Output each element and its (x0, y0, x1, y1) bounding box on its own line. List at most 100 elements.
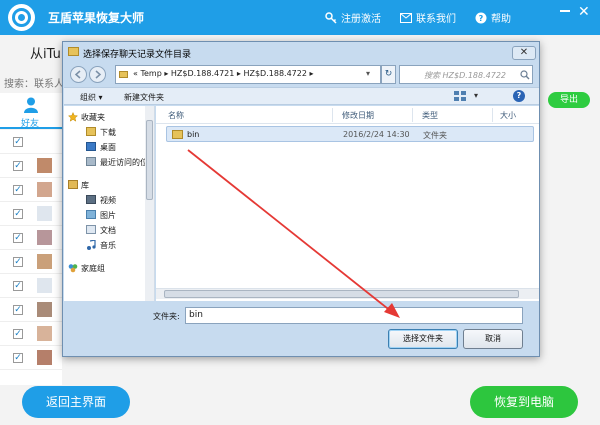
column-size[interactable]: 大小 (500, 110, 516, 121)
breadcrumb-separator[interactable]: ▸ (164, 69, 168, 78)
list-item[interactable]: ✓ (0, 202, 62, 226)
breadcrumb-item[interactable]: HZ$D.188.4721 (171, 69, 234, 78)
folder-name-input[interactable]: bin (185, 307, 523, 324)
refresh-icon: ↻ (384, 69, 393, 79)
register-label: 注册激活 (341, 14, 381, 25)
app-title-bar: 互盾苹果恢复大师 注册激活 联系我们 ? 帮助 ✕ (0, 0, 600, 35)
help-label: 帮助 (491, 14, 511, 25)
list-item[interactable]: ✓ (0, 274, 62, 298)
contact-link[interactable]: 联系我们 (400, 10, 456, 25)
sidebar-item-label: 视频 (100, 196, 116, 205)
checkbox[interactable]: ✓ (13, 137, 23, 147)
minimize-icon[interactable] (560, 10, 570, 12)
select-folder-button[interactable]: 选择文件夹 (388, 329, 458, 349)
forward-button[interactable] (89, 66, 106, 83)
tree-scrollbar[interactable] (145, 106, 154, 301)
list-item[interactable]: ✓ (0, 154, 62, 178)
column-name[interactable]: 名称 (168, 110, 184, 121)
avatar (37, 158, 52, 173)
new-folder-button[interactable]: 新建文件夹 (124, 92, 164, 103)
register-link[interactable]: 注册激活 (325, 10, 381, 25)
list-item[interactable]: ✓ (0, 226, 62, 250)
file-name: bin (187, 130, 200, 139)
list-item[interactable]: ✓ (0, 130, 62, 154)
breadcrumb: « Temp ▸ HZ$D.188.4721 ▸ HZ$D.188.4722 ▸ (133, 69, 314, 78)
star-icon (67, 111, 79, 122)
list-item[interactable]: ✓ (0, 298, 62, 322)
chevron-down-icon[interactable]: ▾ (474, 91, 478, 100)
help-link[interactable]: ? 帮助 (475, 10, 511, 25)
sidebar-item-label: 家庭组 (81, 264, 105, 273)
list-item[interactable]: ✓ (0, 250, 62, 274)
search-placeholder: 搜索 HZ$D.188.4722 (424, 71, 507, 80)
checkbox[interactable]: ✓ (13, 305, 23, 315)
view-options-icon[interactable] (454, 91, 466, 101)
svg-text:?: ? (479, 14, 484, 23)
dialog-title: 选择保存聊天记录文件目录 (83, 50, 192, 60)
organize-menu[interactable]: 组织 ▾ (80, 92, 103, 103)
column-type[interactable]: 类型 (422, 110, 438, 121)
checkbox[interactable]: ✓ (13, 353, 23, 363)
music-icon (86, 239, 96, 250)
folder-name-label: 文件夹: (153, 312, 180, 321)
checkbox[interactable]: ✓ (13, 185, 23, 195)
app-logo-icon (8, 4, 35, 31)
checkbox[interactable]: ✓ (13, 281, 23, 291)
breadcrumb-separator[interactable]: ▸ (309, 69, 313, 78)
restore-to-pc-button[interactable]: 恢复到电脑 (470, 386, 578, 418)
file-modified: 2016/2/24 14:30 (343, 130, 410, 139)
breadcrumb-overflow[interactable]: « (133, 69, 138, 78)
breadcrumb-item[interactable]: HZ$D.188.4722 (243, 69, 306, 78)
column-modified[interactable]: 修改日期 (342, 110, 374, 121)
search-input[interactable]: 搜索 HZ$D.188.4722 (399, 65, 533, 84)
checkbox[interactable]: ✓ (13, 257, 23, 267)
sidebar-item-label: 最近访问的位 (100, 158, 148, 167)
tab-friends-label: 好友 (21, 119, 40, 129)
list-item[interactable]: ✓ (0, 322, 62, 346)
avatar (37, 278, 52, 293)
avatar (37, 254, 52, 269)
desktop-icon (86, 142, 96, 151)
checkbox[interactable]: ✓ (13, 233, 23, 243)
list-item[interactable]: ✓ (0, 346, 62, 370)
folder-icon (119, 71, 128, 78)
sidebar-item-label: 图片 (100, 211, 116, 220)
export-button[interactable]: 导出 (548, 92, 590, 108)
key-icon (325, 11, 337, 24)
homegroup-icon (68, 263, 78, 273)
refresh-button[interactable]: ↻ (381, 65, 396, 84)
contact-label: 联系我们 (416, 14, 456, 25)
breadcrumb-item[interactable]: Temp (140, 69, 161, 78)
picture-icon (86, 210, 96, 219)
tab-friends[interactable]: 好友 (0, 93, 62, 129)
folder-icon (68, 47, 79, 56)
sidebar-item-label: 文档 (100, 226, 116, 235)
library-icon (68, 180, 78, 189)
checkbox[interactable]: ✓ (13, 329, 23, 339)
help-icon[interactable]: ? (513, 90, 525, 102)
sidebar-item-label: 音乐 (100, 241, 116, 250)
mail-icon (400, 12, 412, 23)
address-bar[interactable]: « Temp ▸ HZ$D.188.4721 ▸ HZ$D.188.4722 ▸… (115, 65, 381, 84)
file-list-header: 名称 修改日期 类型 大小 (156, 106, 539, 124)
arrow-right-icon (95, 70, 102, 79)
breadcrumb-separator[interactable]: ▸ (237, 69, 241, 78)
file-type: 文件夹 (423, 131, 447, 140)
arrow-left-icon (74, 70, 81, 79)
avatar (37, 350, 52, 365)
sidebar-item-label: 桌面 (100, 143, 116, 152)
contact-search-label[interactable]: 搜索：联系人 (4, 75, 64, 90)
checkbox[interactable]: ✓ (13, 161, 23, 171)
avatar (37, 206, 52, 221)
checkbox[interactable]: ✓ (13, 209, 23, 219)
back-button[interactable] (70, 66, 87, 83)
table-row[interactable]: bin 2016/2/24 14:30 文件夹 (166, 126, 534, 142)
app-title: 互盾苹果恢复大师 (48, 11, 145, 25)
close-window-icon[interactable]: ✕ (578, 4, 590, 20)
horizontal-scrollbar[interactable] (156, 288, 539, 299)
cancel-button[interactable]: 取消 (463, 329, 523, 349)
chevron-down-icon[interactable]: ▾ (366, 69, 370, 78)
return-home-button[interactable]: 返回主界面 (22, 386, 130, 418)
list-item[interactable]: ✓ (0, 178, 62, 202)
dialog-close-button[interactable]: ✕ (512, 46, 536, 60)
